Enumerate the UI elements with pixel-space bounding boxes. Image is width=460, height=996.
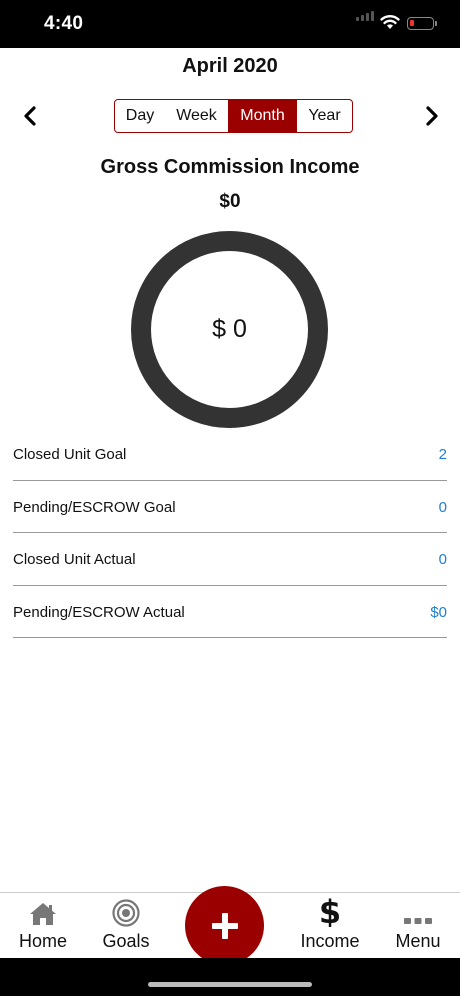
stat-row-closed-unit-actual: Closed Unit Actual 0	[13, 533, 447, 586]
total-amount: $0	[219, 191, 241, 212]
period-selector: Day Week Month Year	[114, 99, 353, 133]
add-button[interactable]	[185, 886, 264, 965]
stat-label: Pending/ESCROW Goal	[13, 498, 176, 516]
section-title: Gross Commission Income	[100, 156, 360, 178]
plus-icon	[211, 912, 238, 939]
stat-row-pending-escrow-goal: Pending/ESCROW Goal 0	[13, 481, 447, 533]
tab-income-label: Income	[300, 931, 360, 951]
stat-row-closed-unit-goal: Closed Unit Goal 2	[13, 428, 447, 481]
income-ring-chart: $ 0	[131, 231, 328, 428]
period-day-button[interactable]: Day	[115, 100, 165, 132]
svg-text:$: $	[319, 893, 341, 927]
tab-income[interactable]: $ Income	[295, 893, 365, 959]
wifi-icon	[380, 15, 400, 29]
next-period-button[interactable]	[420, 104, 444, 128]
chevron-left-icon	[24, 106, 36, 126]
stat-label: Pending/ESCROW Actual	[13, 603, 185, 621]
stat-value[interactable]: $0	[430, 604, 447, 621]
status-time: 4:40	[44, 13, 84, 34]
battery-icon	[407, 17, 437, 30]
tab-goals-label: Goals	[102, 931, 150, 951]
chevron-right-icon	[426, 106, 438, 126]
stat-row-pending-escrow-actual: Pending/ESCROW Actual $0	[13, 586, 447, 638]
more-icon	[404, 918, 432, 924]
dollar-icon: $	[319, 893, 341, 927]
stat-value[interactable]: 0	[439, 551, 447, 568]
page-title: April 2020	[182, 55, 278, 77]
stat-label: Closed Unit Actual	[13, 551, 136, 569]
previous-period-button[interactable]	[18, 104, 42, 128]
stats-list: Closed Unit Goal 2 Pending/ESCROW Goal 0…	[13, 428, 447, 638]
home-indicator[interactable]	[148, 982, 312, 987]
status-bar: 4:40	[0, 0, 460, 48]
stat-value[interactable]: 0	[439, 499, 447, 516]
home-icon	[30, 903, 56, 925]
period-week-button[interactable]: Week	[165, 100, 228, 132]
tab-goals[interactable]: Goals	[98, 893, 154, 959]
period-month-button[interactable]: Month	[228, 100, 297, 132]
tab-home[interactable]: Home	[13, 893, 73, 959]
stat-label: Closed Unit Goal	[13, 446, 127, 464]
tab-menu-label: Menu	[395, 931, 441, 951]
period-year-button[interactable]: Year	[297, 100, 352, 132]
ring-value: $ 0	[212, 315, 247, 343]
stat-value[interactable]: 2	[439, 446, 447, 463]
tab-menu[interactable]: Menu	[390, 893, 446, 959]
tab-home-label: Home	[18, 931, 67, 951]
home-bar	[0, 958, 460, 996]
target-icon	[112, 899, 140, 927]
